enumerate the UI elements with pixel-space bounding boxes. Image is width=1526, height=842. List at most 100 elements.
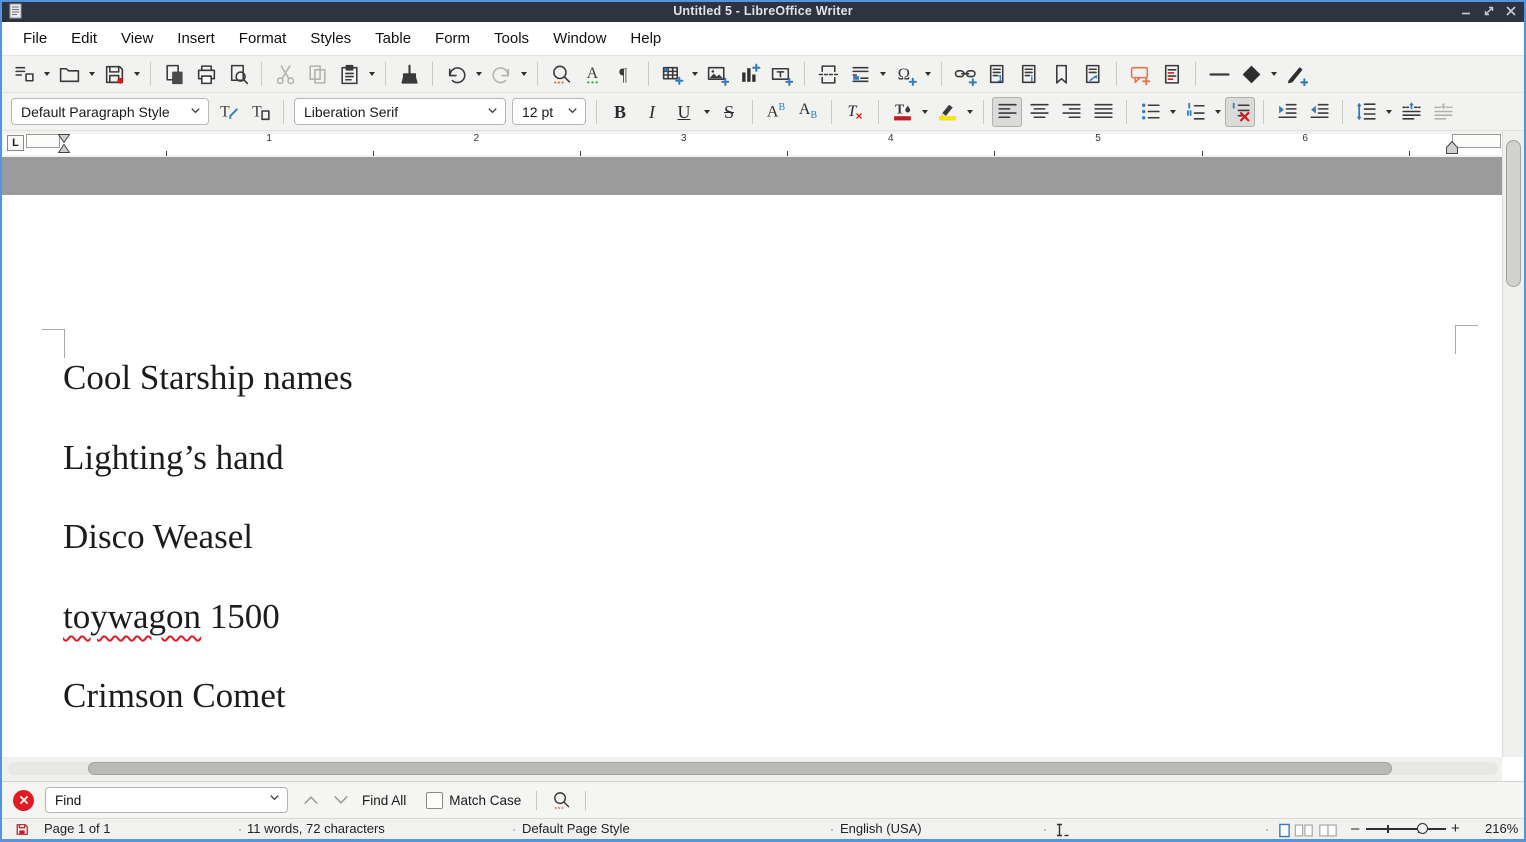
insert-field-dropdown-button[interactable] <box>876 59 889 89</box>
menu-table[interactable]: Table <box>363 26 423 51</box>
match-case-label[interactable]: Match Case <box>449 793 521 808</box>
horizontal-ruler[interactable]: L 123456 <box>2 131 1524 157</box>
menu-format[interactable]: Format <box>227 26 299 51</box>
document-canvas[interactable]: Cool Starship namesLighting’s handDisco … <box>2 157 1502 757</box>
underline-button[interactable]: U <box>669 97 699 127</box>
numbered-list-dropdown-button[interactable] <box>1211 97 1224 127</box>
menu-form[interactable]: Form <box>423 26 482 51</box>
font-size-dropdown-icon[interactable] <box>566 104 579 120</box>
page-number-status[interactable]: Page 1 of 1 <box>44 821 111 836</box>
save-button[interactable] <box>99 59 129 89</box>
zoom-level-status[interactable]: 216% <box>1485 821 1518 836</box>
word-count-status[interactable]: 11 words, 72 characters <box>247 821 385 836</box>
special-character-button[interactable]: Ω <box>890 59 920 89</box>
zoom-slider-knob[interactable] <box>1417 823 1428 834</box>
document-paragraph[interactable]: Disco Weasel <box>63 519 253 554</box>
insert-bookmark-button[interactable] <box>1046 59 1076 89</box>
insert-textbox-button[interactable] <box>766 59 796 89</box>
menu-help[interactable]: Help <box>618 26 673 51</box>
find-next-button[interactable] <box>326 786 356 814</box>
tab-stop-selector[interactable]: L <box>7 135 24 151</box>
new-document-button[interactable] <box>9 59 39 89</box>
page-style-status[interactable]: Default Page Style <box>522 821 630 836</box>
highlight-color-dropdown-button[interactable] <box>963 97 976 127</box>
insert-table-button[interactable] <box>657 59 687 89</box>
menu-view[interactable]: View <box>109 26 165 51</box>
clone-formatting-button[interactable] <box>394 59 424 89</box>
basic-shapes-button[interactable] <box>1236 59 1266 89</box>
clear-formatting-button[interactable]: T× <box>840 97 870 127</box>
bullet-list-dropdown-button[interactable] <box>1166 97 1179 127</box>
font-color-dropdown-button[interactable] <box>918 97 931 127</box>
menu-edit[interactable]: Edit <box>59 26 109 51</box>
titlebar[interactable]: Untitled 5 - LibreOffice Writer <box>0 0 1526 22</box>
open-dropdown-button[interactable] <box>85 59 98 89</box>
find-and-replace-button[interactable] <box>546 786 576 814</box>
match-case-checkbox[interactable] <box>426 792 443 809</box>
zoom-out-button[interactable]: – <box>1351 820 1359 837</box>
font-name-dropdown-icon[interactable] <box>486 104 499 120</box>
insert-hyperlink-button[interactable] <box>950 59 980 89</box>
indent-increase-button[interactable] <box>1272 97 1302 127</box>
new-document-dropdown-button[interactable] <box>40 59 53 89</box>
insert-image-button[interactable] <box>702 59 732 89</box>
bullet-list-button[interactable] <box>1135 97 1165 127</box>
insert-field-button[interactable] <box>845 59 875 89</box>
menu-styles[interactable]: Styles <box>298 26 363 51</box>
vertical-scrollbar-thumb[interactable] <box>1506 140 1521 287</box>
document-paragraph[interactable]: Cool Starship names <box>63 360 353 395</box>
close-window-button[interactable] <box>1503 3 1519 19</box>
insert-chart-button[interactable] <box>734 59 764 89</box>
spelling-button[interactable]: A <box>578 59 608 89</box>
draw-functions-button[interactable] <box>1281 59 1311 89</box>
menu-file[interactable]: File <box>11 26 59 51</box>
highlight-color-button[interactable] <box>932 97 962 127</box>
menu-insert[interactable]: Insert <box>165 26 227 51</box>
insert-endnote-button[interactable]: i <box>1014 59 1044 89</box>
minimize-button[interactable] <box>1458 3 1474 19</box>
right-indent-marker[interactable] <box>1445 140 1459 155</box>
new-style-button[interactable]: T <box>245 97 275 127</box>
insert-comment-button[interactable] <box>1125 59 1155 89</box>
document-modified-icon[interactable] <box>15 822 29 840</box>
paragraph-style-combobox[interactable]: Default Paragraph Style <box>11 98 209 125</box>
formatting-marks-button[interactable]: ¶ <box>610 59 640 89</box>
find-dropdown-icon[interactable] <box>268 791 281 809</box>
para-spacing-increase-button[interactable] <box>1396 97 1426 127</box>
special-character-dropdown-button[interactable] <box>921 59 934 89</box>
superscript-button[interactable]: AB <box>761 97 791 127</box>
bold-button[interactable]: B <box>605 97 635 127</box>
justify-button[interactable] <box>1088 97 1118 127</box>
zoom-slider-track[interactable] <box>1366 828 1446 830</box>
no-list-button[interactable] <box>1225 97 1255 127</box>
undo-button[interactable] <box>441 59 471 89</box>
page-break-button[interactable] <box>813 59 843 89</box>
insert-table-dropdown-button[interactable] <box>688 59 701 89</box>
basic-shapes-dropdown-button[interactable] <box>1267 59 1280 89</box>
export-pdf-button[interactable] <box>159 59 189 89</box>
horizontal-line-button[interactable] <box>1204 59 1234 89</box>
align-left-button[interactable] <box>992 97 1022 127</box>
zoom-in-button[interactable]: + <box>1451 820 1460 837</box>
numbered-list-button[interactable] <box>1180 97 1210 127</box>
align-center-button[interactable] <box>1024 97 1054 127</box>
update-style-button[interactable]: T <box>213 97 243 127</box>
insert-cross-reference-button[interactable] <box>1078 59 1108 89</box>
print-preview-button[interactable] <box>223 59 253 89</box>
document-paragraph[interactable]: Crimson Comet <box>63 678 286 713</box>
find-replace-button[interactable] <box>546 59 576 89</box>
paragraph-style-dropdown-icon[interactable] <box>189 104 202 120</box>
language-status[interactable]: English (USA) <box>840 821 922 836</box>
horizontal-scrollbar[interactable] <box>2 757 1502 781</box>
find-input[interactable] <box>46 793 268 808</box>
paste-button[interactable] <box>334 59 364 89</box>
insert-footnote-button[interactable]: 1 <box>982 59 1012 89</box>
font-name-combobox[interactable]: Liberation Serif <box>294 98 506 125</box>
horizontal-scrollbar-thumb[interactable] <box>88 762 1392 775</box>
indent-decrease-button[interactable] <box>1304 97 1334 127</box>
line-spacing-dropdown-button[interactable] <box>1382 97 1395 127</box>
strikethrough-button[interactable]: S <box>714 97 744 127</box>
italic-button[interactable]: I <box>637 97 667 127</box>
close-find-bar-button[interactable] <box>13 790 34 811</box>
document-paragraph[interactable]: toywagon 1500 <box>63 599 280 634</box>
